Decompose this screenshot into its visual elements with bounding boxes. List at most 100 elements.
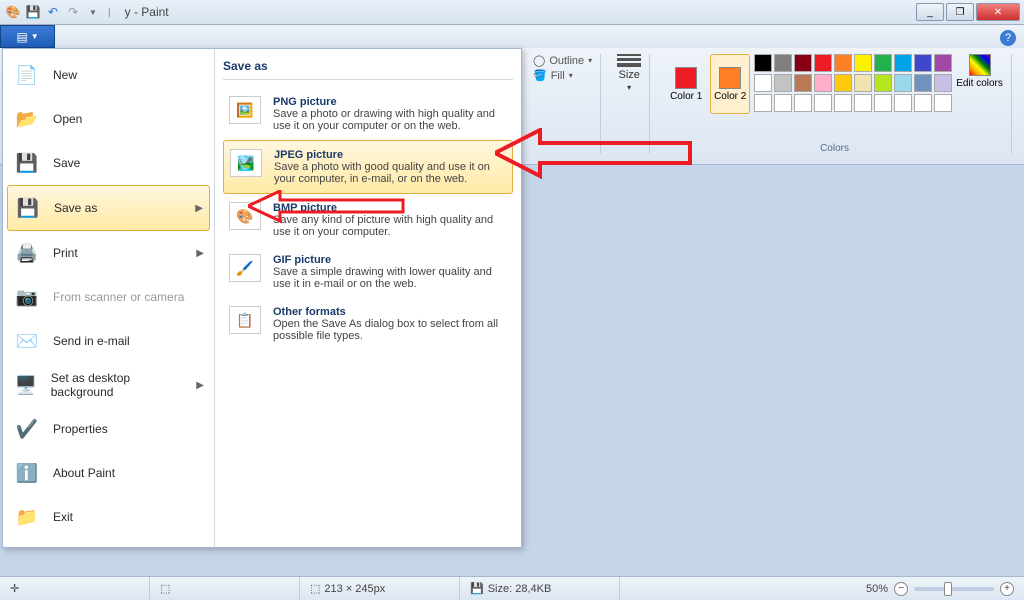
palette-color[interactable] — [914, 74, 932, 92]
chevron-right-icon: ▶ — [195, 203, 203, 214]
palette-color[interactable] — [854, 54, 872, 72]
palette-color[interactable] — [754, 74, 772, 92]
floppy-icon: 💾 — [13, 149, 41, 177]
palette-color[interactable] — [874, 74, 892, 92]
palette-color[interactable] — [794, 74, 812, 92]
scanner-icon: 📷 — [13, 283, 41, 311]
color2-button[interactable]: Color 2 — [710, 54, 750, 114]
chevron-down-icon: ▼ — [31, 32, 39, 41]
help-icon[interactable]: ? — [1000, 30, 1016, 46]
quick-access-toolbar: 🎨 💾 ↶ ↷ ▼ | y - Paint — [4, 3, 169, 21]
palette-color[interactable] — [794, 94, 812, 112]
palette-color[interactable] — [894, 74, 912, 92]
palette-color[interactable] — [754, 94, 772, 112]
file-size-text: Size: 28,4KB — [488, 583, 552, 595]
close-button[interactable]: ✕ — [976, 3, 1020, 21]
menu-item-save-as[interactable]: 💾 Save as ▶ — [7, 185, 210, 231]
zoom-in-button[interactable]: + — [1000, 582, 1014, 596]
palette-color[interactable] — [854, 74, 872, 92]
size-label: Size — [618, 69, 639, 81]
palette-color[interactable] — [834, 94, 852, 112]
menu-item-properties[interactable]: ✔️Properties — [7, 407, 210, 451]
format-bmp[interactable]: 🎨BMP pictureSave any kind of picture wit… — [223, 194, 513, 246]
palette-color[interactable] — [934, 94, 952, 112]
menu-item-about-paint[interactable]: ℹ️About Paint — [7, 451, 210, 495]
palette-color[interactable] — [914, 54, 932, 72]
maximize-button[interactable]: ❐ — [946, 3, 974, 21]
size-icon — [617, 54, 641, 67]
save-as-submenu: Save as 🖼️PNG pictureSave a photo or dra… — [215, 49, 521, 547]
selection-size: ⬚ — [150, 577, 300, 600]
outline-dropdown[interactable]: ◯ Outline ▾ — [533, 54, 592, 67]
menu-item-print[interactable]: 🖨️Print▶ — [7, 231, 210, 275]
zoom-thumb[interactable] — [944, 582, 952, 596]
undo-icon[interactable]: ↶ — [44, 3, 62, 21]
palette-color[interactable] — [794, 54, 812, 72]
color1-button[interactable]: Color 1 — [666, 54, 706, 114]
format-desc: Save a simple drawing with lower quality… — [273, 266, 507, 290]
palette-color[interactable] — [774, 54, 792, 72]
menu-item-open[interactable]: 📂Open — [7, 97, 210, 141]
palette-color[interactable] — [834, 74, 852, 92]
palette-color[interactable] — [774, 94, 792, 112]
palette-color[interactable] — [774, 74, 792, 92]
edit-colors-button[interactable]: Edit colors — [956, 54, 1003, 114]
menu-item-new[interactable]: 📄New — [7, 53, 210, 97]
file-menu-tab[interactable]: ▤ ▼ — [0, 25, 55, 48]
save-as-title: Save as — [223, 59, 513, 80]
separator: | — [108, 7, 111, 18]
size-dropdown[interactable]: Size ▾ — [617, 54, 641, 92]
menu-item-send-in-e-mail[interactable]: ✉️Send in e-mail — [7, 319, 210, 363]
chevron-down-icon: ▾ — [569, 71, 573, 80]
color2-label: Color 2 — [714, 91, 746, 102]
dimensions-icon: ⬚ — [310, 582, 320, 595]
format-png[interactable]: 🖼️PNG pictureSave a photo or drawing wit… — [223, 88, 513, 140]
colors-group-label: Colors — [820, 141, 849, 154]
zoom-out-button[interactable]: − — [894, 582, 908, 596]
document-icon: ▤ — [16, 30, 27, 44]
qat-dropdown-icon[interactable]: ▼ — [84, 3, 102, 21]
floppy-as-icon: 💾 — [14, 194, 42, 222]
outline-icon: ◯ — [533, 54, 545, 67]
file-size: 💾 Size: 28,4KB — [460, 577, 620, 600]
palette-color[interactable] — [894, 54, 912, 72]
format-desc: Save a photo or drawing with high qualit… — [273, 108, 507, 132]
palette-color[interactable] — [914, 94, 932, 112]
minimize-button[interactable]: _ — [916, 3, 944, 21]
chevron-down-icon: ▾ — [588, 56, 592, 65]
format-jpeg[interactable]: 🏞️JPEG pictureSave a photo with good qua… — [223, 140, 513, 194]
palette-color[interactable] — [814, 74, 832, 92]
palette-color[interactable] — [854, 94, 872, 112]
redo-icon[interactable]: ↷ — [64, 3, 82, 21]
zoom-slider[interactable] — [914, 587, 994, 591]
palette-color[interactable] — [754, 54, 772, 72]
exit-icon: 📁 — [13, 503, 41, 531]
palette-color[interactable] — [934, 74, 952, 92]
png-icon: 🖼️ — [229, 96, 261, 124]
format-title: JPEG picture — [274, 149, 506, 161]
palette-color[interactable] — [874, 54, 892, 72]
menu-item-label: From scanner or camera — [53, 290, 184, 304]
canvas-dimensions: ⬚ 213 × 245px — [300, 577, 460, 600]
format-other[interactable]: 📋Other formatsOpen the Save As dialog bo… — [223, 298, 513, 350]
palette-color[interactable] — [814, 54, 832, 72]
menu-item-label: Properties — [53, 422, 108, 436]
palette-color[interactable] — [934, 54, 952, 72]
zoom-level: 50% — [866, 583, 888, 595]
palette-color[interactable] — [834, 54, 852, 72]
menu-item-label: New — [53, 68, 77, 82]
menu-item-label: Save as — [54, 201, 97, 215]
format-gif[interactable]: 🖌️GIF pictureSave a simple drawing with … — [223, 246, 513, 298]
bmp-icon: 🎨 — [229, 202, 261, 230]
save-icon[interactable]: 💾 — [24, 3, 42, 21]
chevron-down-icon: ▾ — [627, 83, 631, 92]
palette-color[interactable] — [874, 94, 892, 112]
menu-item-set-as-desktop-background[interactable]: 🖥️Set as desktop background▶ — [7, 363, 210, 407]
menu-item-exit[interactable]: 📁Exit — [7, 495, 210, 539]
jpeg-icon: 🏞️ — [230, 149, 262, 177]
palette-color[interactable] — [894, 94, 912, 112]
menu-item-save[interactable]: 💾Save — [7, 141, 210, 185]
fill-dropdown[interactable]: 🪣 Fill ▾ — [533, 69, 592, 82]
gif-icon: 🖌️ — [229, 254, 261, 282]
palette-color[interactable] — [814, 94, 832, 112]
